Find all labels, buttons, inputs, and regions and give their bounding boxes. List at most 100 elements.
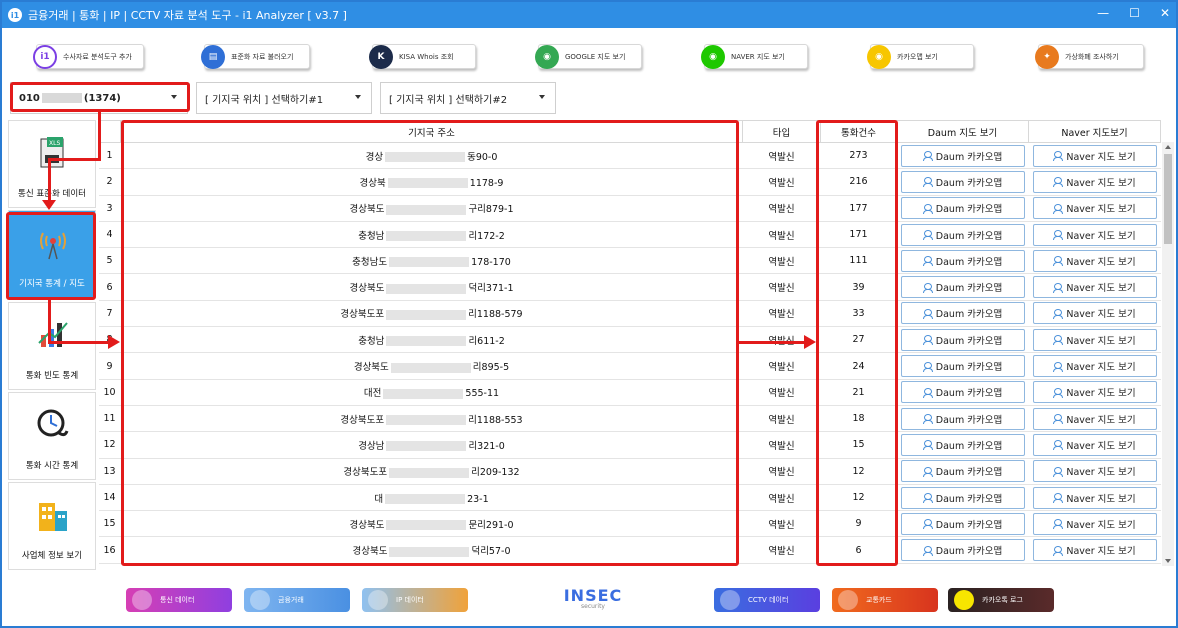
crypto-investigation-button[interactable]: ✦ 가상화폐 조사하기 (1035, 44, 1144, 69)
scroll-up-icon[interactable] (1165, 145, 1171, 149)
table-row[interactable]: 3 경상북도 구리879-1 역발신 177 Daum 카카오맵 Naver 지도 보기 (98, 195, 1161, 222)
sidebar-item-business-info[interactable]: 사업체 정보 보기 (8, 482, 96, 570)
row-daum: Daum 카카오맵 (896, 536, 1029, 564)
map-icon (368, 590, 388, 610)
table-row[interactable]: 8충청남리611-2역발신27Daum 카카오맵Naver 지도 보기 (98, 326, 1161, 354)
naver-map-row-button[interactable]: Naver 지도 보기 (1032, 276, 1157, 299)
table-row[interactable]: 4 충청남 리172-2 역발신 171 Daum 카카오맵 Naver 지도 보기 (98, 221, 1161, 249)
redacted-mask (389, 546, 470, 557)
naver-map-row-button[interactable]: Naver 지도 보기 (1032, 512, 1157, 535)
user-icon (922, 361, 933, 372)
naver-map-row-button[interactable]: Naver 지도 보기 (1032, 197, 1157, 220)
col-header-address[interactable]: 기지국 주소 (120, 120, 743, 143)
station-select-2[interactable]: [ 기지국 위치 ] 선택하기#2 (380, 82, 556, 114)
user-icon (1053, 177, 1064, 188)
naver-map-row-button[interactable]: Naver 지도 보기 (1032, 223, 1157, 246)
daum-map-button[interactable]: Daum 카카오맵 (900, 144, 1025, 167)
naver-map-row-button[interactable]: Naver 지도 보기 (1032, 249, 1157, 272)
daum-map-button[interactable]: Daum 카카오맵 (900, 460, 1025, 483)
vertical-scrollbar[interactable] (1162, 142, 1174, 566)
daum-map-button[interactable]: Daum 카카오맵 (900, 170, 1025, 193)
sidebar-item-cell-tower[interactable]: 기지국 통계 / 지도 (8, 210, 96, 298)
daum-map-button[interactable]: Daum 카카오맵 (900, 302, 1025, 325)
scroll-down-icon[interactable] (1165, 559, 1171, 563)
naver-map-row-button[interactable]: Naver 지도 보기 (1032, 407, 1157, 430)
cell-tower-icon (40, 232, 66, 260)
table-row[interactable]: 12 경상남 리321-0 역발신 15 Daum 카카오맵 Naver 지도 보기 (98, 431, 1161, 459)
redacted-mask (386, 309, 467, 320)
daum-map-button[interactable]: Daum 카카오맵 (900, 355, 1025, 378)
scroll-thumb[interactable] (1164, 154, 1172, 244)
sidebar-item-telecom-data[interactable]: XLS 통신 표준화 데이터 (8, 120, 96, 208)
ip-data-button[interactable]: IP 데이터 (362, 588, 468, 612)
row-type: 역발신 (742, 273, 821, 301)
table-row[interactable]: 11 경상북도포 리1188-553 역발신 18 Daum 카카오맵 Naver 지도 보… (98, 405, 1161, 433)
naver-map-row-button[interactable]: Naver 지도 보기 (1032, 486, 1157, 509)
row-type: 역발신 (742, 458, 821, 485)
table-row[interactable]: 6 경상북도 덕리371-1 역발신 39 Daum 카카오맵 Naver 지도 보기 (98, 273, 1161, 301)
sidebar-item-call-frequency[interactable]: 통화 빈도 통계 (8, 302, 96, 390)
daum-map-button[interactable]: Daum 카카오맵 (900, 381, 1025, 404)
table-row[interactable]: 5 충청남도 178-170 역발신 111 Daum 카카오맵 Naver 지도 보기 (98, 247, 1161, 275)
table-row[interactable]: 7 경상북도포 리1188-579 역발신 33 Daum 카카오맵 Naver 지도 보기 (98, 300, 1161, 328)
table-row[interactable]: 13 경상북도포 리209-132 역발신 12 Daum 카카오맵 Naver 지도 보기 (98, 458, 1161, 485)
kakaotalk-log-button[interactable]: 카카오톡 로그 (948, 588, 1054, 612)
row-daum: Daum 카카오맵 (896, 352, 1029, 380)
table-row[interactable]: 14 대 23-1 역발신 12 Daum 카카오맵 Naver 지도 보기 (98, 484, 1161, 512)
naver-map-row-button[interactable]: Naver 지도 보기 (1032, 433, 1157, 456)
table-row[interactable]: 10 대전 555-11 역발신 21 Daum 카카오맵 Naver 지도 보기 (98, 379, 1161, 406)
transit-card-button[interactable]: 교통카드 (832, 588, 938, 612)
insec-logo: INSEC security (563, 586, 623, 610)
load-standard-data-button[interactable]: ▤ 표준화 자료 불러오기 (201, 44, 310, 69)
kisa-whois-button[interactable]: K KISA Whois 조회 (369, 44, 476, 69)
daum-map-button[interactable]: Daum 카카오맵 (900, 328, 1025, 351)
minimize-button[interactable]: — (1097, 6, 1109, 20)
naver-map-row-button[interactable]: Naver 지도 보기 (1032, 144, 1157, 167)
row-count: 171 (820, 221, 897, 249)
daum-map-button[interactable]: Daum 카카오맵 (900, 276, 1025, 299)
table-row[interactable]: 9 경상북도 리895-5 역발신 24 Daum 카카오맵 Naver 지도 보기 (98, 352, 1161, 380)
daum-map-button[interactable]: Daum 카카오맵 (900, 197, 1025, 220)
daum-map-button[interactable]: Daum 카카오맵 (900, 223, 1025, 246)
daum-map-button[interactable]: Daum 카카오맵 (900, 486, 1025, 509)
cctv-data-button[interactable]: CCTV 데이터 (714, 588, 820, 612)
row-address: 경상북도 덕리57-0 (120, 536, 743, 564)
col-header-type[interactable]: 타입 (742, 120, 821, 143)
arrow-down-icon (42, 200, 56, 210)
table-row[interactable]: 16 경상북도 덕리57-0 역발신 6 Daum 카카오맵 Naver 지도 보기 (98, 536, 1161, 564)
chevron-down-icon (355, 95, 361, 99)
telecom-data-button[interactable]: 통신 데이터 (126, 588, 232, 612)
daum-map-button[interactable]: Daum 카카오맵 (900, 512, 1025, 535)
naver-map-row-button[interactable]: Naver 지도 보기 (1032, 328, 1157, 351)
phone-select[interactable]: 010 (1374) (10, 82, 188, 114)
finance-button[interactable]: 금융거래 (244, 588, 350, 612)
row-type: 역발신 (742, 195, 821, 222)
daum-map-button[interactable]: Daum 카카오맵 (900, 249, 1025, 272)
naver-map-row-button[interactable]: Naver 지도 보기 (1032, 539, 1157, 562)
naver-map-row-button[interactable]: Naver 지도 보기 (1032, 302, 1157, 325)
redacted-mask (386, 441, 467, 452)
google-map-button[interactable]: ◉ GOOGLE 지도 보기 (535, 44, 642, 69)
station-select-1[interactable]: [ 기지국 위치 ] 선택하기#1 (196, 82, 372, 114)
table-row[interactable]: 15 경상북도 문리291-0 역발신 9 Daum 카카오맵 Naver 지도 보기 (98, 510, 1161, 538)
naver-map-button[interactable]: ◉ NAVER 지도 보기 (701, 44, 808, 69)
naver-map-row-button[interactable]: Naver 지도 보기 (1032, 170, 1157, 193)
table-row[interactable]: 1 경상 동90-0 역발신 273 Daum 카카오맵 Naver 지도 보기 (98, 142, 1161, 170)
close-button[interactable]: ✕ (1160, 6, 1170, 20)
sidebar-item-call-time[interactable]: 통화 시간 통계 (8, 392, 96, 480)
naver-map-row-button[interactable]: Naver 지도 보기 (1032, 381, 1157, 404)
add-analysis-tool-button[interactable]: i1 수사자료 분석도구 추가 (33, 44, 144, 69)
table-header: 기지국 주소 타입 통화건수 Daum 지도 보기 Naver 지도보기 (98, 120, 1161, 143)
arrow-right-icon (108, 335, 120, 349)
user-icon (922, 151, 933, 162)
daum-map-button[interactable]: Daum 카카오맵 (900, 407, 1025, 430)
naver-map-row-button[interactable]: Naver 지도 보기 (1032, 355, 1157, 378)
daum-map-button[interactable]: Daum 카카오맵 (900, 539, 1025, 562)
naver-map-row-button[interactable]: Naver 지도 보기 (1032, 460, 1157, 483)
kakao-map-button[interactable]: ◉ 카카오맵 보기 (867, 44, 974, 69)
row-number: 12 (98, 431, 121, 459)
col-header-count[interactable]: 통화건수 (820, 120, 897, 143)
table-row[interactable]: 2 경상북 1178-9 역발신 216 Daum 카카오맵 Naver 지도 보기 (98, 168, 1161, 196)
daum-map-button[interactable]: Daum 카카오맵 (900, 433, 1025, 456)
maximize-button[interactable]: ☐ (1129, 6, 1140, 20)
